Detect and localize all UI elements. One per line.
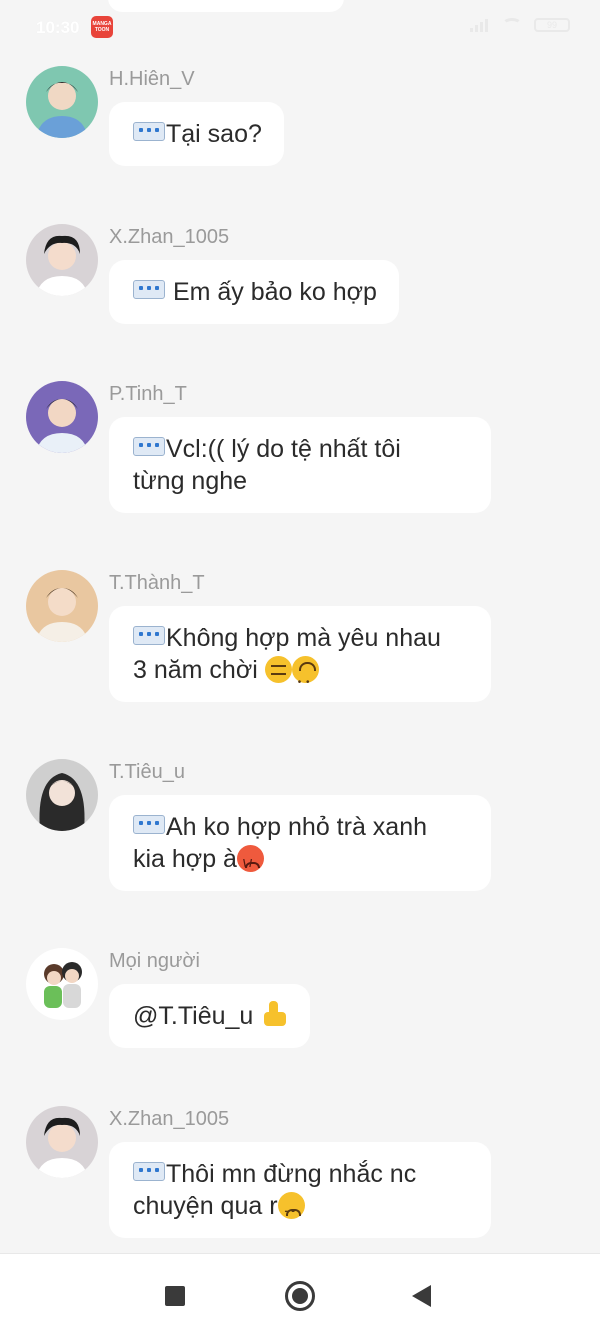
sender-name: X.Zhan_1005 [109, 1108, 230, 1130]
chat-bubble-icon [133, 280, 165, 302]
status-icons: 99 [470, 18, 570, 32]
mention-text[interactable]: @T.Tiêu_u [133, 1002, 260, 1030]
battery-icon: 99 [534, 18, 570, 32]
wifi-icon [502, 18, 522, 32]
upside-down-face-icon [291, 656, 319, 699]
app-notification-icon: MANGA TOON [91, 16, 113, 38]
message-text-line: từng nghe [133, 467, 248, 495]
sender-name: T.Tiêu_u [109, 761, 185, 783]
angry-face-icon [236, 845, 264, 880]
message-text: Tại sao? [166, 120, 262, 148]
message-text-line: Ah ko hợp nhỏ trà xanh [166, 813, 428, 841]
disappointed-face-icon [277, 1192, 305, 1227]
message-bubble[interactable]: @T.Tiêu_u [109, 984, 311, 1048]
chat-bubble-icon [133, 815, 165, 837]
message-text: Em ấy bảo ko hợp [172, 278, 377, 306]
message-text-line: Không hợp mà yêu nhau [166, 624, 441, 652]
expressionless-face-icon [264, 656, 292, 683]
message-bubble[interactable]: Không hợp mà yêu nhau 3 năm chời [109, 606, 491, 702]
thumbs-up-icon [260, 1000, 288, 1028]
chat-bubble-icon [133, 122, 165, 144]
message-bubble[interactable]: Em ấy bảo ko hợp [109, 260, 399, 324]
message-text-line: chuyện qua r [133, 1192, 278, 1220]
message-bubble[interactable]: Thôi mn đừng nhắc nc chuyện qua r [109, 1142, 491, 1238]
avatar[interactable] [26, 759, 98, 831]
message-text-line: Vcl:(( lý do tệ nhất tôi [166, 435, 401, 463]
status-bar: 10:30 MANGA TOON 99 [0, 0, 600, 56]
message-text-line: 3 năm chời [133, 656, 265, 684]
avatar[interactable] [26, 66, 98, 138]
avatar[interactable] [26, 570, 98, 642]
avatar[interactable] [26, 381, 98, 453]
avatar[interactable] [26, 224, 98, 296]
avatar[interactable] [26, 948, 98, 1020]
circle-home-icon[interactable] [285, 1281, 315, 1311]
navigation-bar [0, 1253, 600, 1333]
sender-name: P.Tinh_T [109, 383, 187, 405]
triangle-back-icon[interactable] [412, 1285, 431, 1307]
sender-name: T.Thành_T [109, 572, 205, 594]
message-text-line: kia hợp à [133, 845, 237, 873]
avatar[interactable] [26, 1106, 98, 1178]
message-bubble[interactable]: Ah ko hợp nhỏ trà xanh kia hợp à [109, 795, 491, 891]
signal-icon [470, 18, 490, 32]
sender-name: Mọi người [109, 950, 200, 972]
message-bubble[interactable]: Vcl:(( lý do tệ nhất tôi từng nghe [109, 417, 491, 513]
chat-bubble-icon [133, 626, 165, 648]
message-bubble[interactable]: Tại sao? [109, 102, 284, 166]
square-recent-apps-icon[interactable] [165, 1286, 185, 1306]
status-time: 10:30 [36, 18, 80, 37]
message-text-line: Thôi mn đừng nhắc nc [166, 1160, 417, 1188]
sender-name: H.Hiên_V [109, 68, 195, 90]
chat-bubble-icon [133, 1162, 165, 1184]
sender-name: X.Zhan_1005 [109, 226, 230, 248]
chat-bubble-icon [133, 437, 165, 459]
